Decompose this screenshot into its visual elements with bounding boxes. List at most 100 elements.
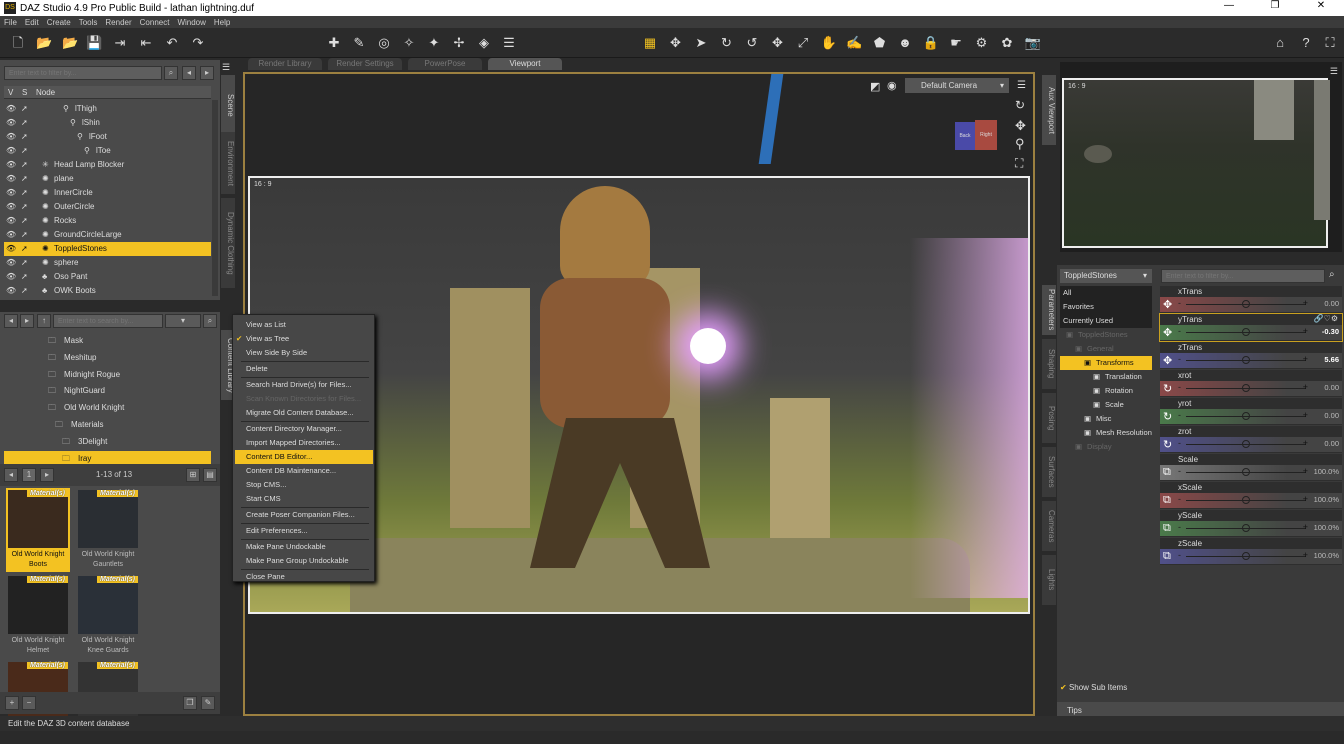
parameter-value[interactable]: 0.00 (1324, 439, 1339, 448)
menu-render[interactable]: Render (105, 18, 131, 27)
eye-icon[interactable]: 👁 (6, 186, 16, 200)
slider-knob[interactable] (1242, 384, 1250, 392)
increment-button[interactable]: + (1303, 438, 1308, 448)
folder-row[interactable]: 🗀 NightGuard (4, 383, 211, 399)
parameter-group-translation[interactable]: ▣ Translation (1060, 370, 1152, 384)
parameter-slider[interactable]: ⧉ - +100.0% (1160, 465, 1342, 480)
folder-row[interactable]: 🗀 Meshitup (4, 350, 211, 366)
menu-item-content-db-editor[interactable]: Content DB Editor... (235, 450, 373, 464)
menu-help[interactable]: Help (214, 18, 230, 27)
increment-button[interactable]: + (1303, 494, 1308, 504)
selectable-icon[interactable]: ➚ (21, 116, 28, 130)
transform-tool-icon[interactable]: ↺ (744, 35, 760, 51)
slider-knob[interactable] (1242, 524, 1250, 532)
scene-node-row[interactable]: 👁 ➚ ⚲ lFoot (4, 130, 211, 144)
parameter-slider[interactable]: ⧉ - +100.0% (1160, 521, 1342, 536)
menu-item-edit-preferences[interactable]: Edit Preferences... (235, 524, 373, 538)
decrement-button[interactable]: - (1178, 466, 1181, 476)
selectable-icon[interactable]: ➚ (21, 130, 28, 144)
parameter-group-mesh-resolution[interactable]: ▣ Mesh Resolution (1060, 426, 1152, 440)
edit-icon[interactable]: ✎ (201, 696, 215, 710)
tool-icon[interactable]: ◈ (476, 35, 492, 51)
eye-icon[interactable]: 👁 (6, 284, 16, 298)
parameter-value[interactable]: 5.66 (1324, 355, 1339, 364)
tool-icon[interactable]: ✦ (426, 35, 442, 51)
tab-surfaces[interactable]: Surfaces (1042, 447, 1056, 497)
eye-icon[interactable]: 👁 (6, 116, 16, 130)
menu-item-migrate-old-content-database[interactable]: Migrate Old Content Database... (235, 406, 373, 420)
parameter-group-favorites[interactable]: Favorites (1060, 300, 1152, 314)
list-view-icon[interactable]: ▤ (203, 468, 217, 482)
merge-file-icon[interactable]: 📂 (62, 35, 78, 51)
scene-node-row[interactable]: 👁 ➚ ✺ ToppledStones (4, 242, 211, 256)
selectable-icon[interactable]: ➚ (21, 200, 28, 214)
eye-icon[interactable]: 👁 (6, 158, 16, 172)
folder-row[interactable]: 🗀 Old World Knight (4, 400, 211, 416)
menu-file[interactable]: File (4, 18, 17, 27)
copy-icon[interactable]: ❐ (183, 696, 197, 710)
parameter-yrot[interactable]: yrot ↻ - +0.00 (1160, 398, 1342, 425)
search-icon[interactable]: ⌕ (203, 314, 217, 328)
selectable-icon[interactable]: ➚ (21, 256, 28, 270)
folder-row[interactable]: 🗀 Materials (4, 417, 211, 433)
decrement-button[interactable]: - (1178, 522, 1181, 532)
parameter-value[interactable]: 100.0% (1314, 551, 1339, 560)
tool-icon[interactable]: ◎ (376, 35, 392, 51)
eye-icon[interactable]: 👁 (6, 130, 16, 144)
search-icon[interactable]: ⌕ (164, 66, 178, 80)
new-file-icon[interactable]: 🗋 (10, 35, 26, 51)
tab-lights[interactable]: Lights (1042, 555, 1056, 605)
decrement-button[interactable]: - (1178, 438, 1181, 448)
help-icon[interactable]: ? (1298, 35, 1314, 51)
tab-powerpose[interactable]: PowerPose (408, 58, 482, 70)
menu-connect[interactable]: Connect (140, 18, 170, 27)
next-page-button[interactable]: ▸ (40, 468, 54, 482)
increment-button[interactable]: + (1303, 326, 1308, 336)
fullscreen-icon[interactable]: ⛶ (1322, 35, 1338, 51)
parameter-group-rotation[interactable]: ▣ Rotation (1060, 384, 1152, 398)
parameter-group-transforms[interactable]: ▣ Transforms (1060, 356, 1152, 370)
decrement-button[interactable]: - (1178, 354, 1181, 364)
selectable-icon[interactable]: ➚ (21, 186, 28, 200)
parameter-scale[interactable]: Scale ⧉ - +100.0% (1160, 454, 1342, 481)
folder-row[interactable]: 🗀 3Delight (4, 434, 211, 450)
scene-node-row[interactable]: 👁 ➚ ⚲ lThigh (4, 102, 211, 116)
menu-item-import-mapped-directories[interactable]: Import Mapped Directories... (235, 436, 373, 450)
scene-node-row[interactable]: 👁 ➚ ✺ GroundCircleLarge (4, 228, 211, 242)
pane-menu-icon[interactable]: ☰ (222, 62, 230, 73)
scene-node-row[interactable]: 👁 ➚ ⚲ lToe (4, 144, 211, 158)
orbit-icon[interactable]: ↻ (1015, 98, 1025, 112)
tab-aux-viewport[interactable]: Aux Viewport (1042, 75, 1056, 145)
collapse-icon[interactable]: ◂ (182, 66, 196, 80)
selectable-icon[interactable]: ➚ (21, 158, 28, 172)
slider-knob[interactable] (1242, 552, 1250, 560)
parameter-slider[interactable]: ✥ - +0.00 (1160, 297, 1342, 312)
parameter-group-currently-used[interactable]: Currently Used (1060, 314, 1152, 328)
parameter-group-all[interactable]: All (1060, 286, 1152, 300)
tab-environment[interactable]: Environment (221, 132, 235, 194)
selectable-icon[interactable]: ➚ (21, 284, 28, 298)
parameter-xtrans[interactable]: xTrans ✥ - +0.00 (1160, 286, 1342, 313)
parameter-value[interactable]: -0.30 (1322, 327, 1339, 336)
parameter-value[interactable]: 100.0% (1314, 523, 1339, 532)
parameter-slider[interactable]: ✥ - +5.66 (1160, 353, 1342, 368)
forward-icon[interactable]: ▸ (20, 314, 34, 328)
tab-shaping[interactable]: Shaping (1042, 339, 1056, 389)
decrement-button[interactable]: - (1178, 298, 1181, 308)
view-cube-right[interactable]: Right (975, 120, 997, 150)
minimize-button[interactable]: — (1206, 0, 1252, 11)
transform-tool-icon[interactable]: ⚙ (974, 35, 990, 51)
parameter-slider[interactable]: ✥ - + -0.30 (1160, 325, 1342, 340)
slider-knob[interactable] (1242, 300, 1250, 308)
slider-knob[interactable] (1242, 328, 1250, 336)
menu-item-view-side-by-side[interactable]: View Side By Side (235, 346, 373, 360)
increment-button[interactable]: + (1303, 550, 1308, 560)
content-item[interactable]: Material(s) Old World Knight Boots (6, 488, 70, 572)
slider-knob[interactable] (1242, 496, 1250, 504)
eye-icon[interactable]: 👁 (6, 242, 16, 256)
slider-knob[interactable] (1242, 440, 1250, 448)
tool-icon[interactable]: ✚ (326, 35, 342, 51)
search-options-dropdown[interactable]: ▾ (165, 314, 201, 328)
aux-menu-icon[interactable]: ☰ (1330, 66, 1338, 77)
content-item[interactable]: Material(s) Old World Knight Helmet (6, 574, 70, 658)
